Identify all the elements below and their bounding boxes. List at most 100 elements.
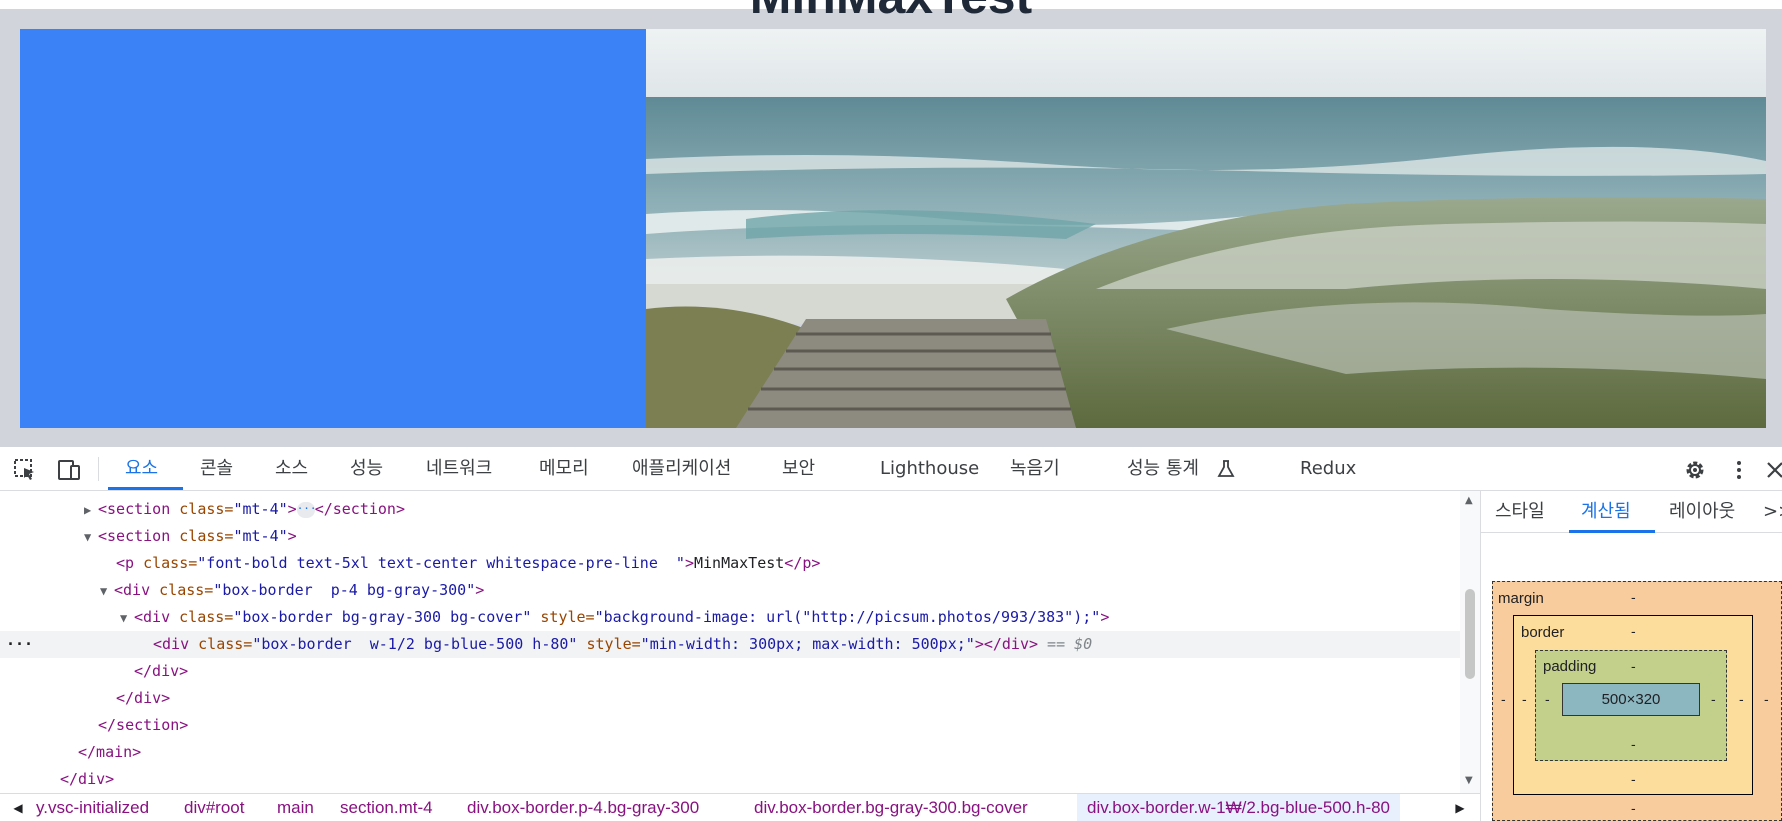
elements-scrollbar[interactable]: ▲ ▼ bbox=[1460, 491, 1480, 793]
padding-label: padding bbox=[1543, 658, 1597, 675]
tag-close: > bbox=[684, 554, 694, 572]
more-vert-icon[interactable] bbox=[1726, 457, 1752, 483]
device-toolbar-icon[interactable] bbox=[56, 457, 82, 483]
padding-bottom-value[interactable]: - bbox=[1631, 736, 1636, 752]
tab-sources[interactable]: 소스 bbox=[275, 447, 308, 490]
tag-open: <div bbox=[153, 635, 190, 653]
scroll-down-icon[interactable]: ▼ bbox=[1465, 775, 1473, 786]
more-tabs-icon[interactable]: >> bbox=[1763, 491, 1782, 533]
tab-layout[interactable]: 레이아웃 bbox=[1669, 491, 1735, 533]
tag-end: </main> bbox=[78, 743, 142, 761]
tab-security[interactable]: 보안 bbox=[782, 447, 815, 490]
tag-end: </p> bbox=[784, 554, 821, 572]
toolbar-divider bbox=[98, 457, 99, 481]
dom-node-div-bg-cover[interactable]: ▼ <div class="box-border bg-gray-300 bg-c… bbox=[0, 604, 1460, 631]
border-label: border bbox=[1521, 624, 1565, 641]
attr-value: "background-image: url("http://picsum.ph… bbox=[594, 608, 1101, 626]
dom-node-p[interactable]: <p class="font-bold text-5xl text-center… bbox=[0, 550, 1460, 577]
border-left-value[interactable]: - bbox=[1522, 691, 1527, 707]
settings-gear-icon[interactable] bbox=[1682, 457, 1708, 483]
elements-dom-tree: ▶ <section class="mt-4">···</section> ▼ <s… bbox=[0, 491, 1460, 793]
tag-close: > bbox=[287, 527, 297, 545]
attr-name: class= bbox=[150, 581, 214, 599]
dom-node-div-blue-selected[interactable]: ··· <div class="box-border w-1/2 bg-blue-… bbox=[0, 631, 1460, 658]
border-bottom-value[interactable]: - bbox=[1631, 771, 1636, 787]
active-tab-indicator bbox=[108, 487, 183, 490]
styles-sidebar: 스타일 계산됨 레이아웃 >> 500×320 margin border pa… bbox=[1480, 491, 1782, 821]
tag-end: </section> bbox=[98, 716, 189, 734]
margin-left-value[interactable]: - bbox=[1501, 691, 1506, 707]
text-node: MinMaxTest bbox=[693, 554, 785, 572]
attr-value: "box-border p-4 bg-gray-300" bbox=[213, 581, 476, 599]
tab-recorder[interactable]: 녹음기 bbox=[1010, 447, 1060, 490]
beach-background-image bbox=[646, 29, 1766, 428]
breadcrumb-item[interactable]: div.box-border.bg-gray-300.bg-cover bbox=[754, 794, 1028, 821]
border-right-value[interactable]: - bbox=[1739, 691, 1744, 707]
attr-value: "min-width: 300px; max-width: 500px;" bbox=[640, 635, 975, 653]
breadcrumb-item[interactable]: div.box-border.p-4.bg-gray-300 bbox=[467, 794, 699, 821]
breadcrumb: y.vsc-initialized div#root main section.… bbox=[0, 793, 1480, 821]
breadcrumb-item[interactable]: y.vsc-initialized bbox=[36, 794, 149, 821]
devtools-toolbar: 요소 콘솔 소스 성능 네트워크 메모리 애플리케이션 보안 Lighthous… bbox=[0, 447, 1782, 491]
expanded-triangle-icon[interactable]: ▼ bbox=[120, 605, 134, 632]
expanded-triangle-icon[interactable]: ▼ bbox=[84, 524, 98, 551]
ellipsis-expand-icon[interactable]: ··· bbox=[296, 501, 317, 518]
margin-right-value[interactable]: - bbox=[1764, 691, 1769, 707]
padding-right-value[interactable]: - bbox=[1711, 691, 1716, 707]
breadcrumb-scroll-left-icon[interactable]: ◀ bbox=[8, 794, 28, 821]
tab-redux[interactable]: Redux bbox=[1300, 447, 1356, 490]
collapsed-triangle-icon[interactable]: ▶ bbox=[84, 497, 98, 524]
attr-name: style= bbox=[531, 608, 595, 626]
page-heading: MinMaxTest bbox=[0, 0, 1782, 21]
box-model-content-size[interactable]: 500×320 bbox=[1562, 683, 1700, 716]
close-icon[interactable] bbox=[1762, 457, 1782, 483]
tag-open: <div bbox=[114, 581, 151, 599]
dom-node-close-main[interactable]: </main> bbox=[0, 739, 1460, 766]
page-viewport: MinMaxTest bbox=[0, 0, 1782, 447]
tab-lighthouse[interactable]: Lighthouse bbox=[880, 447, 979, 490]
scroll-up-icon[interactable]: ▲ bbox=[1465, 495, 1473, 506]
tab-console[interactable]: 콘솔 bbox=[200, 447, 233, 490]
margin-bottom-value[interactable]: - bbox=[1631, 800, 1636, 816]
tab-memory[interactable]: 메모리 bbox=[539, 447, 589, 490]
experiment-flask-icon bbox=[1217, 460, 1235, 477]
dom-node-close-div[interactable]: </div> bbox=[0, 658, 1460, 685]
breadcrumb-item[interactable]: section.mt-4 bbox=[340, 794, 433, 821]
dom-node-close-div[interactable]: </div> bbox=[0, 766, 1460, 793]
inspect-element-icon[interactable] bbox=[12, 457, 38, 483]
padding-top-value[interactable]: - bbox=[1631, 658, 1636, 674]
tag-close: > bbox=[475, 581, 485, 599]
tag-end: </section> bbox=[314, 500, 405, 518]
active-sidebar-tab-indicator bbox=[1569, 530, 1655, 533]
dom-node-section-expanded[interactable]: ▼ <section class="mt-4"> bbox=[0, 523, 1460, 550]
node-actions-icon[interactable]: ··· bbox=[6, 631, 33, 658]
dom-node-section-collapsed[interactable]: ▶ <section class="mt-4">···</section> bbox=[0, 496, 1460, 523]
attr-value: "mt-4" bbox=[233, 527, 288, 545]
dom-node-div-p4[interactable]: ▼ <div class="box-border p-4 bg-gray-300"… bbox=[0, 577, 1460, 604]
tab-styles[interactable]: 스타일 bbox=[1495, 491, 1545, 533]
bg-cover-box bbox=[20, 29, 1766, 428]
tab-elements[interactable]: 요소 bbox=[125, 447, 158, 490]
tab-application[interactable]: 애플리케이션 bbox=[632, 447, 731, 490]
breadcrumb-item-active[interactable]: div.box-border.w-1₩/2.bg-blue-500.h-80 bbox=[1077, 794, 1401, 821]
tab-performance[interactable]: 성능 bbox=[350, 447, 383, 490]
scrollbar-thumb[interactable] bbox=[1465, 589, 1475, 679]
padding-left-value[interactable]: - bbox=[1545, 691, 1550, 707]
dom-node-close-section[interactable]: </section> bbox=[0, 712, 1460, 739]
tag-open: <div bbox=[134, 608, 171, 626]
tab-performance-insights[interactable]: 성능 통계 bbox=[1127, 447, 1199, 490]
expanded-triangle-icon[interactable]: ▼ bbox=[100, 578, 114, 605]
breadcrumb-scroll-right-icon[interactable]: ▶ bbox=[1450, 794, 1470, 821]
tab-network[interactable]: 네트워크 bbox=[426, 447, 492, 490]
margin-top-value[interactable]: - bbox=[1631, 589, 1636, 605]
breadcrumb-item[interactable]: main bbox=[277, 794, 314, 821]
dom-node-close-div[interactable]: </div> bbox=[0, 685, 1460, 712]
tag-end: </div> bbox=[116, 689, 171, 707]
attr-value: "box-border bg-gray-300 bg-cover" bbox=[233, 608, 532, 626]
breadcrumb-item[interactable]: div#root bbox=[184, 794, 244, 821]
attr-name: class= bbox=[134, 554, 198, 572]
tag-close: > bbox=[287, 500, 297, 518]
tab-computed[interactable]: 계산됨 bbox=[1581, 491, 1631, 533]
border-top-value[interactable]: - bbox=[1631, 623, 1636, 639]
tag-open: <section bbox=[98, 500, 171, 518]
